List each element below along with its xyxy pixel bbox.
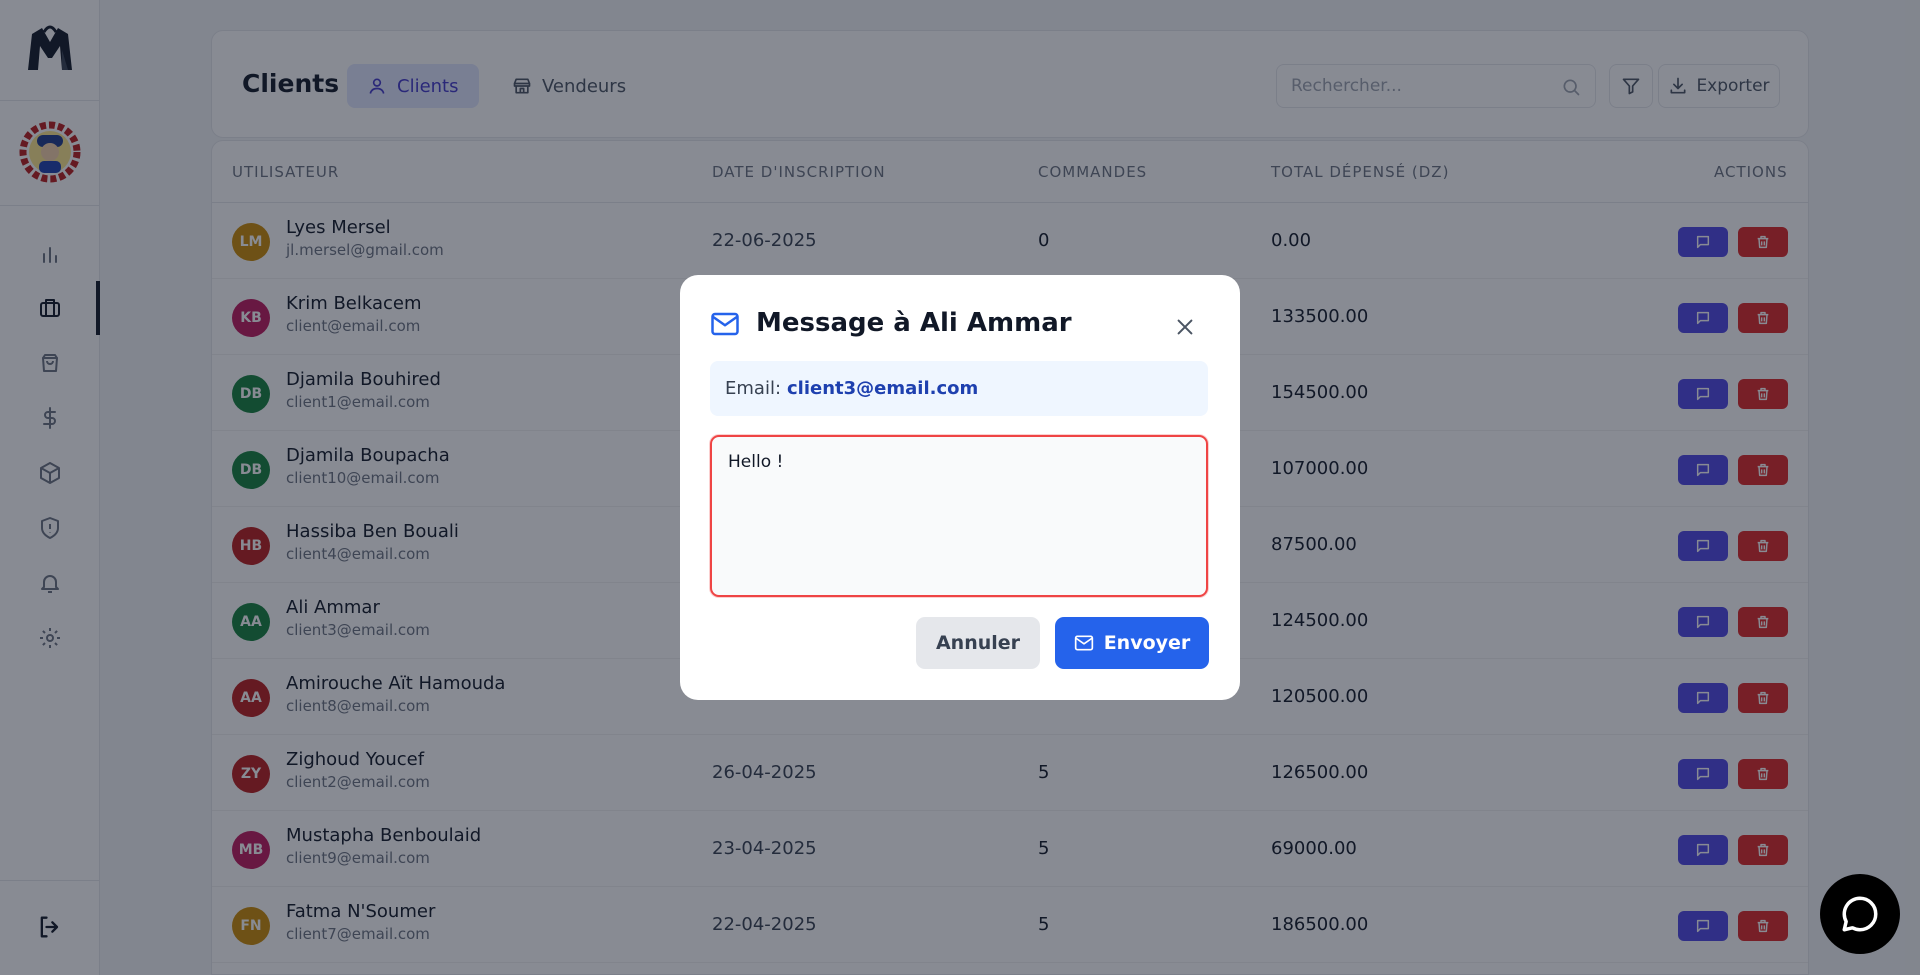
mail-icon [1074,635,1093,651]
message-textarea[interactable]: Hello ! [710,435,1208,597]
mail-icon [711,312,739,336]
modal-title: Message à Ali Ammar [756,308,1072,338]
send-button[interactable]: Envoyer [1055,617,1209,669]
email-label: Email: [725,378,782,399]
close-icon[interactable] [1174,316,1196,338]
chat-button[interactable] [1820,874,1900,954]
message-modal: Message à Ali Ammar Email: client3@email… [680,275,1240,700]
email-value: client3@email.com [787,378,979,399]
recipient-email: Email: client3@email.com [710,361,1208,416]
cancel-button[interactable]: Annuler [916,617,1040,669]
chat-icon [1842,896,1878,932]
send-label: Envoyer [1103,632,1191,654]
